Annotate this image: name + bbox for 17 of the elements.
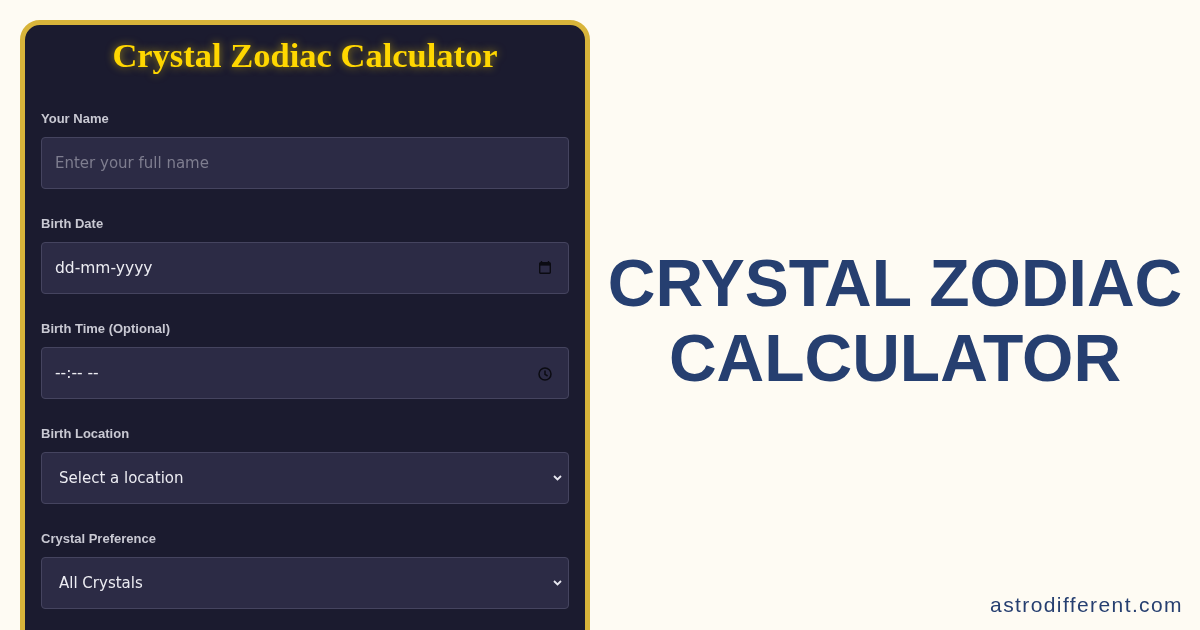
date-field[interactable]: dd-mm-yyyy (41, 242, 569, 294)
dropdown[interactable]: All Crystals (41, 557, 569, 609)
dropdown[interactable]: Select a location (41, 452, 569, 504)
text-field[interactable]: Enter your full name (41, 137, 569, 189)
field-label: Your Name (41, 110, 109, 128)
clock-icon (538, 367, 552, 381)
calculator-title: Crystal Zodiac Calculator (111, 35, 499, 76)
chevron-down-icon (553, 475, 562, 481)
calendar-icon (539, 261, 551, 274)
chevron-down-icon (553, 580, 562, 586)
field-label: Birth Time (Optional) (41, 320, 171, 338)
field-label: Birth Location (41, 425, 130, 443)
website-address: astrodifferent.com (990, 593, 1183, 617)
time-field[interactable]: --:-- -- (41, 347, 569, 399)
field-label: Birth Date (41, 215, 104, 233)
page-headline: CRYSTAL ZODIAC CALCULATOR (606, 245, 1184, 396)
field-label: Crystal Preference (41, 530, 156, 548)
